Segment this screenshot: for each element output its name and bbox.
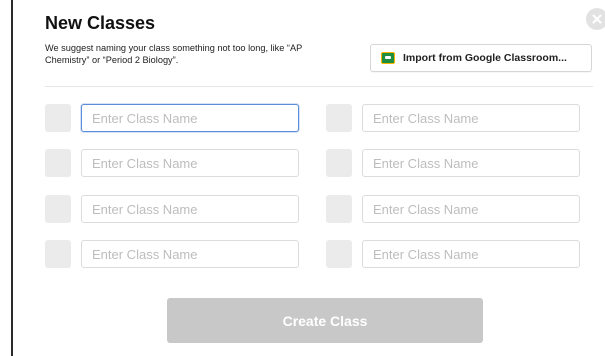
- class-row: [326, 240, 598, 268]
- class-row: [45, 104, 317, 132]
- class-name-input[interactable]: [362, 240, 580, 268]
- import-google-classroom-button[interactable]: Import from Google Classroom...: [370, 44, 592, 72]
- class-name-input[interactable]: [81, 195, 299, 223]
- new-classes-modal: New Classes We suggest naming your class…: [13, 0, 605, 356]
- class-color-swatch[interactable]: [45, 240, 71, 268]
- import-button-label: Import from Google Classroom...: [403, 52, 567, 64]
- modal-title: New Classes: [45, 13, 156, 33]
- class-row: [326, 104, 598, 132]
- class-name-input[interactable]: [362, 104, 580, 132]
- class-color-swatch[interactable]: [326, 195, 352, 223]
- modal-subtitle: We suggest naming your class something n…: [45, 43, 303, 65]
- class-color-swatch[interactable]: [326, 104, 352, 132]
- class-color-swatch[interactable]: [45, 104, 71, 132]
- close-button[interactable]: [586, 8, 605, 30]
- google-classroom-icon: [381, 52, 395, 64]
- class-color-swatch[interactable]: [45, 149, 71, 177]
- window-edge: [0, 0, 13, 356]
- class-row: [45, 195, 317, 223]
- class-name-input[interactable]: [81, 149, 299, 177]
- class-color-swatch[interactable]: [326, 240, 352, 268]
- class-name-input[interactable]: [81, 240, 299, 268]
- create-class-button[interactable]: Create Class: [167, 298, 483, 343]
- class-row: [326, 195, 598, 223]
- class-row: [326, 149, 598, 177]
- close-icon: [592, 14, 602, 24]
- class-name-input[interactable]: [362, 149, 580, 177]
- class-row: [45, 240, 317, 268]
- class-color-swatch[interactable]: [326, 149, 352, 177]
- class-name-input[interactable]: [81, 104, 299, 132]
- page: New Classes We suggest naming your class…: [0, 0, 605, 356]
- class-row: [45, 149, 317, 177]
- divider: [45, 86, 593, 87]
- class-name-input[interactable]: [362, 195, 580, 223]
- class-color-swatch[interactable]: [45, 195, 71, 223]
